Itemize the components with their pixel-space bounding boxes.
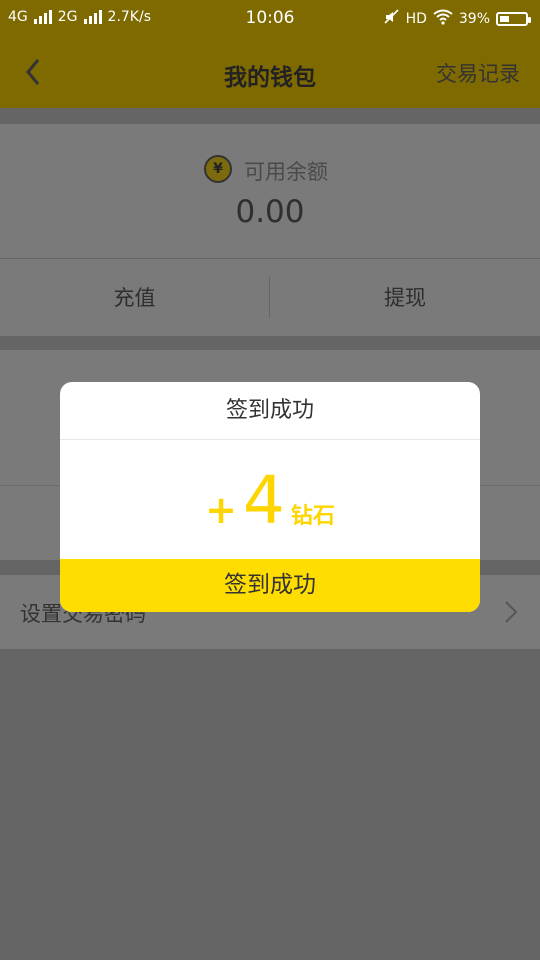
confirm-button[interactable]: 签到成功 [60,559,480,612]
mute-icon [383,9,400,29]
status-right: HD 39% [383,9,531,29]
wifi-icon [433,9,453,29]
nav-bar: 我的钱包 交易记录 [0,36,540,108]
divider [0,258,540,259]
checkin-success-dialog: 签到成功 + 4 钻石 签到成功 [60,382,480,612]
recharge-button[interactable]: 充值 [0,276,269,320]
balance-value: 0.00 [235,194,305,230]
yen-coin-icon: ¥ [204,155,232,183]
status-bar: 4G 2G 2.7K/s 10:06 HD 39% [0,0,540,36]
reward-amount: 4 [242,462,285,539]
balance-label: 可用余额 [244,160,328,184]
withdraw-button[interactable]: 提现 [270,276,540,320]
battery-icon [496,12,531,26]
chevron-right-icon [502,600,520,624]
hd-label: HD [405,11,427,27]
battery-percent: 39% [458,11,490,27]
dialog-title: 签到成功 [60,382,480,440]
reward-plus: + [205,488,237,532]
reward-display: + 4 钻石 [60,468,480,534]
transaction-history-link[interactable]: 交易记录 [436,58,520,88]
reward-unit: 钻石 [290,504,335,529]
battery-fill [500,16,509,22]
